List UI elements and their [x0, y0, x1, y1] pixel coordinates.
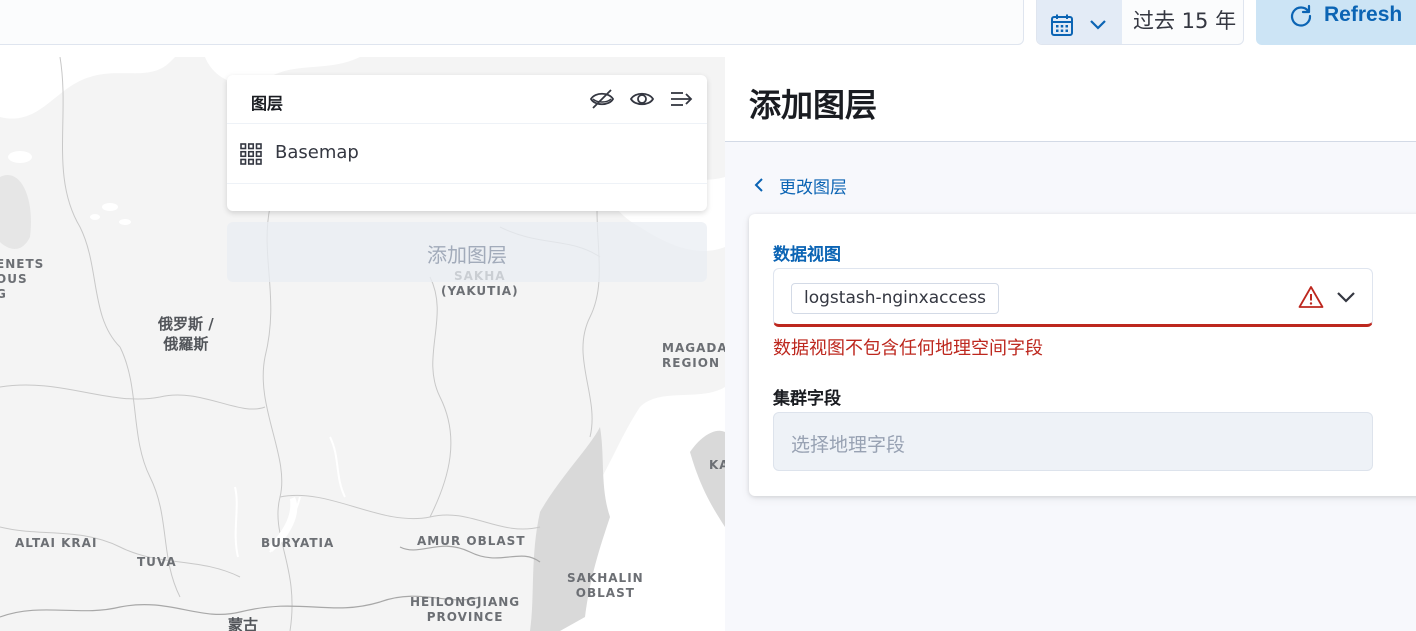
data-view-label: 数据视图	[773, 245, 841, 265]
data-view-pill[interactable]: logstash-nginxaccess	[791, 283, 1000, 314]
map-label-russia: 俄罗斯 / 俄羅斯	[158, 315, 214, 353]
layer-control-panel: 图层 Basemap	[227, 75, 707, 211]
eye-closed-icon[interactable]	[589, 87, 615, 115]
map-label-altai: ALTAI KRAI	[15, 536, 98, 550]
add-layer-label: 添加图层	[427, 243, 507, 267]
map-label-ka: KA	[709, 458, 725, 472]
cluster-field-label: 集群字段	[773, 389, 841, 409]
date-range-value[interactable]: 过去 15 年	[1133, 5, 1236, 35]
divider	[227, 183, 707, 184]
map-label-magadan: MAGADAN REGION	[662, 341, 725, 370]
chevron-down-icon[interactable]	[1336, 289, 1356, 308]
map-label-nenets: ENETS OUS G	[0, 257, 45, 301]
data-view-select[interactable]: logstash-nginxaccess	[773, 268, 1373, 327]
map-label-sakhalin: SAKHALIN OBLAST	[567, 571, 644, 600]
chevron-left-icon	[753, 177, 765, 197]
query-bar[interactable]	[0, 0, 1024, 45]
map-label-tuva: TUVA	[137, 555, 177, 569]
geo-field-placeholder: 选择地理字段	[791, 434, 906, 456]
refresh-label: Refresh	[1324, 3, 1403, 26]
grid-icon	[239, 142, 263, 170]
map-label-mongolia: 蒙古	[228, 616, 259, 631]
layer-panel-title: 图层	[251, 94, 284, 113]
map-label-amur: AMUR OBLAST	[417, 534, 526, 548]
change-layer-link[interactable]: 更改图层	[753, 172, 903, 198]
refresh-button[interactable]: Refresh	[1256, 0, 1416, 45]
eye-icon[interactable]	[629, 87, 655, 115]
layer-item-basemap[interactable]: Basemap	[239, 139, 689, 169]
flyout-header: 添加图层	[725, 57, 1416, 142]
map-label-buryatia: BURYATIA	[261, 536, 335, 550]
top-bar: 过去 15 年 Refresh	[0, 0, 1416, 57]
quick-select-button[interactable]	[1037, 0, 1122, 44]
calendar-icon	[1050, 13, 1074, 41]
data-view-error: 数据视图不包含任何地理空间字段	[773, 338, 1043, 359]
collapse-panel-icon[interactable]	[669, 87, 695, 115]
refresh-icon	[1288, 3, 1314, 33]
add-layer-button[interactable]: 添加图层	[227, 222, 707, 282]
flyout-title: 添加图层	[749, 86, 878, 124]
divider	[227, 123, 707, 124]
geo-field-select[interactable]: 选择地理字段	[773, 412, 1373, 471]
chevron-down-icon	[1089, 16, 1107, 35]
change-layer-label: 更改图层	[779, 178, 847, 198]
layer-name[interactable]: Basemap	[275, 142, 359, 163]
warning-icon	[1298, 285, 1324, 313]
map-label-heilongjiang: HEILONGJIANG PROVINCE	[410, 595, 521, 624]
layer-form-card: 数据视图 logstash-nginxaccess 数据视图不包含任何地理空间字…	[749, 214, 1416, 496]
date-picker[interactable]: 过去 15 年	[1036, 0, 1244, 45]
